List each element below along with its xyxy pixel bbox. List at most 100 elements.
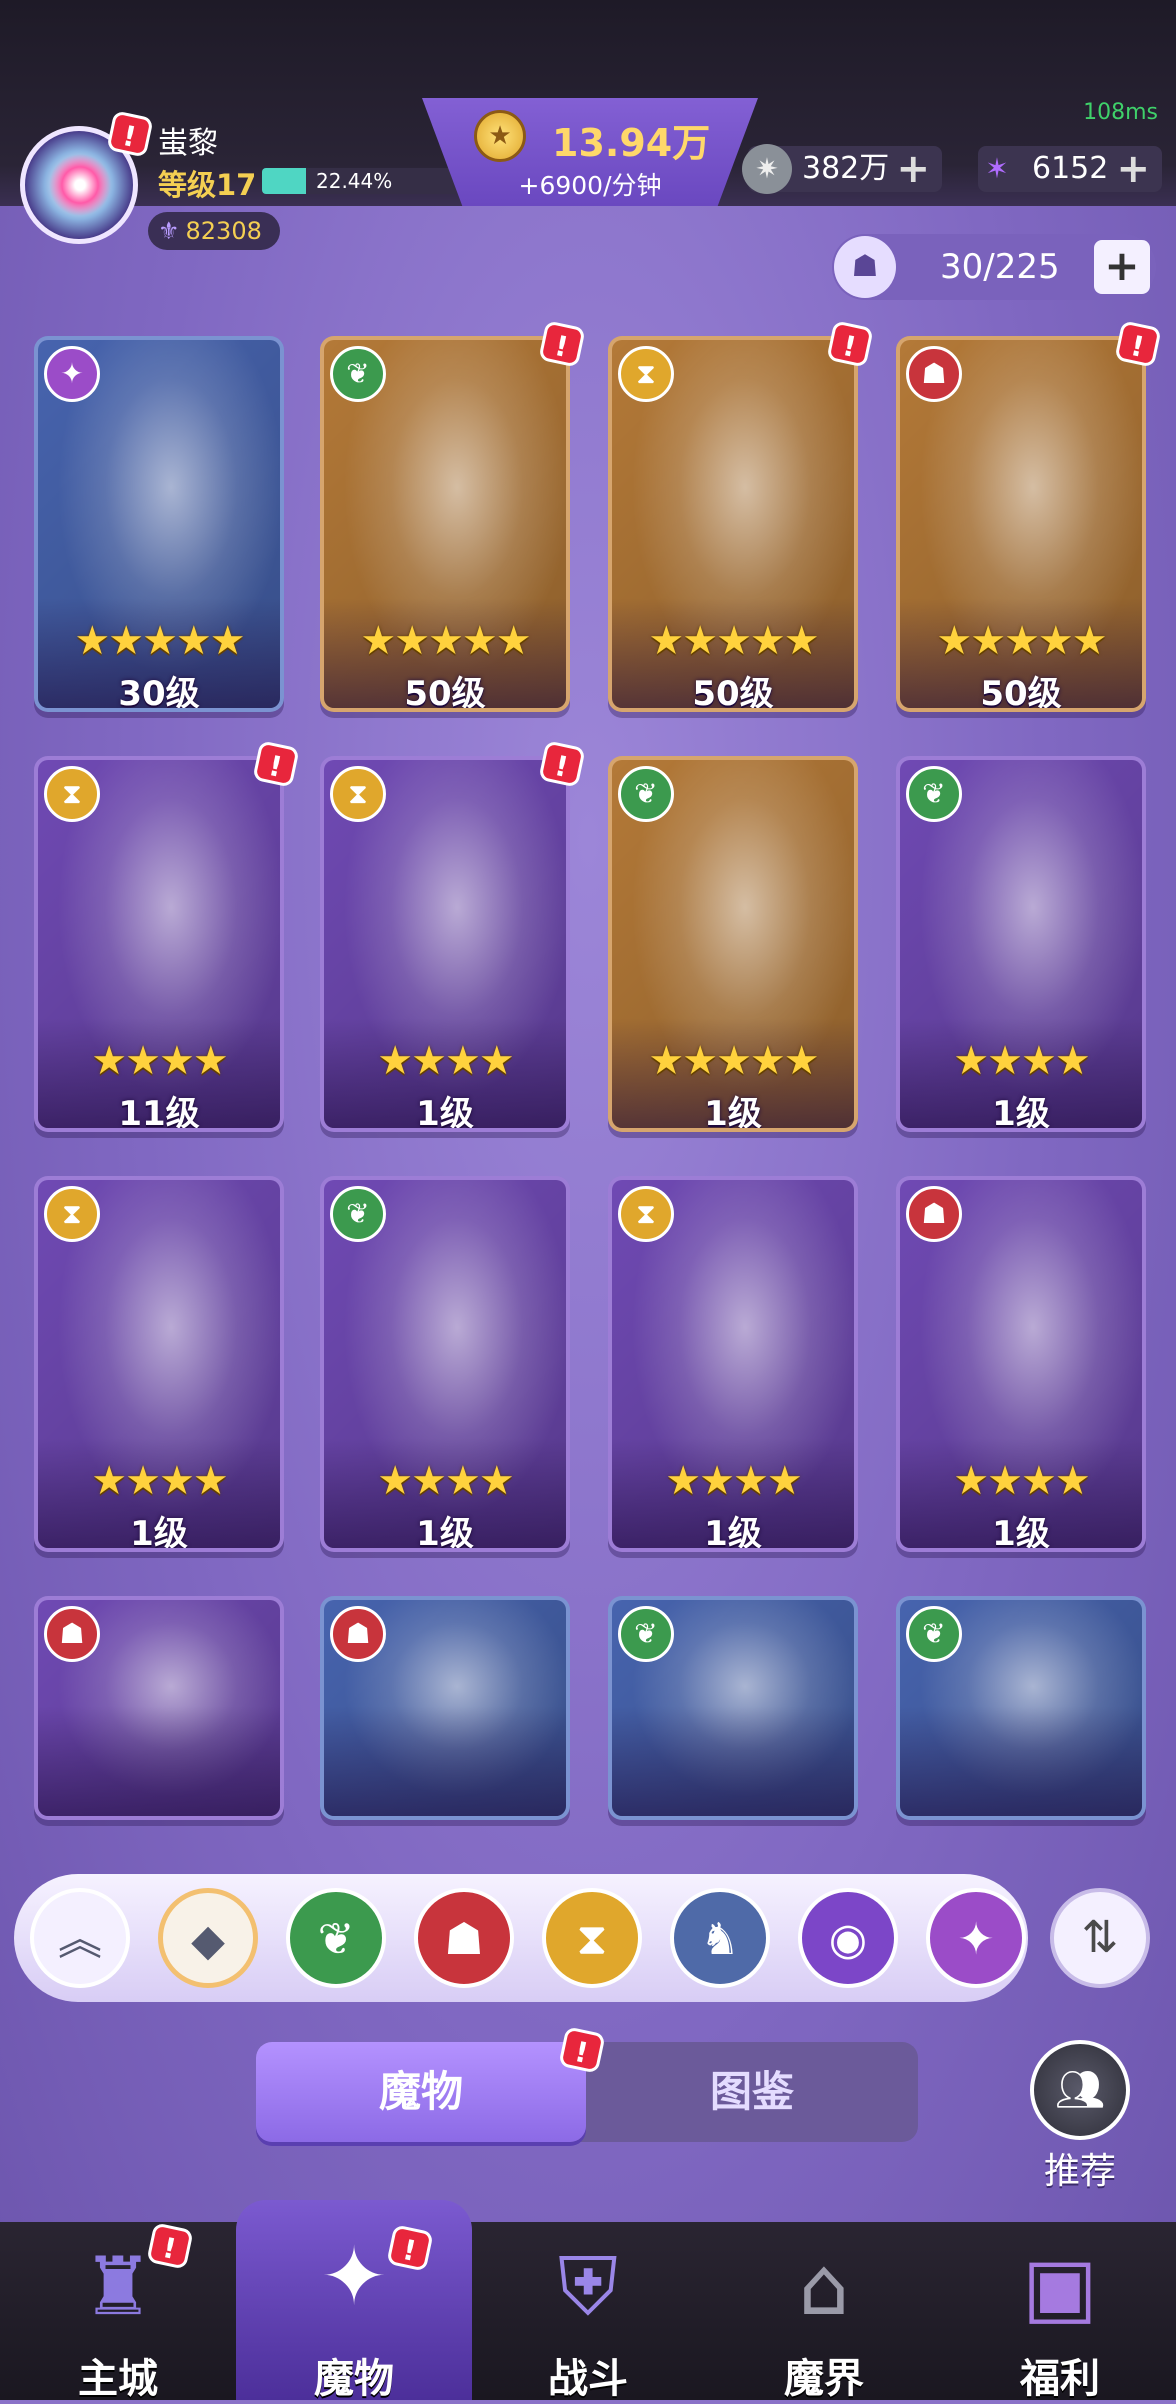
monster-level: 11级 [118,1094,200,1132]
star-rating: ★★★★★ [360,618,531,664]
shield-icon: ⛨ [558,2240,618,2333]
monster-card[interactable]: ✦ ★★★★★ 30级 [34,336,284,712]
time-icon: ⧗ [618,346,674,402]
nav-realm[interactable]: ⌂ 魔界 [706,2222,942,2402]
filter-demon-button[interactable]: ☗ [414,1888,514,1988]
gold-banner[interactable]: ★ 13.94万 +6900/分钟 [422,98,758,206]
gold-amount: 13.94万 [552,121,711,165]
monster-card[interactable]: ☗ [34,1596,284,1820]
star-rating: ★★★★ [91,1458,228,1504]
monster-level: 1级 [704,1514,762,1552]
element-filter-bar: ︽ ◆ ❦ ☗ ⧗ ♞ ◉ ✦ [14,1874,1028,2002]
star-rating: ★★★★★ [648,618,819,664]
card-shade [612,1706,854,1816]
avatar-egg-icon [45,147,115,223]
gem-value: 6152 [1032,151,1109,186]
silver-add-button[interactable]: + [896,146,930,192]
time-icon: ⧗ [576,1914,608,1965]
nav-label: 主城 [78,2356,158,2402]
player-name: 蚩黎 [158,126,218,161]
monster-level: 1级 [416,1094,474,1132]
monster-level: 1级 [416,1514,474,1552]
nature-icon: ❦ [618,766,674,822]
time-icon: ⧗ [330,766,386,822]
xp-percent: 22.44% [316,169,393,193]
gold-rate: +6900/分钟 [518,171,662,200]
time-icon: ⧗ [44,766,100,822]
tab-monsters[interactable]: 魔物 [256,2042,586,2142]
monster-card[interactable]: ⧗ ★★★★ 1级 [34,1176,284,1552]
monster-card[interactable]: ⧗ ★★★★ 1级 [608,1176,858,1552]
filter-dragon-button[interactable]: ♞ [670,1888,770,1988]
sort-button[interactable]: ⇅ [1050,1888,1150,1988]
team-icon: 👥︎ [1054,2067,1106,2113]
monster-card[interactable]: ☗ ★★★★ 1级 [896,1176,1146,1552]
player-level: 等级17 [158,168,257,202]
nature-icon: ❦ [330,1186,386,1242]
monster-card[interactable]: ❦ ★★★★ 1级 [896,756,1146,1132]
nature-icon: ❦ [906,1606,962,1662]
monster-card[interactable]: ❦ [896,1596,1146,1820]
demon-icon: ☗ [906,1186,962,1242]
nav-monsters[interactable]: ✦ 魔物 [236,2200,472,2402]
sort-icon: ⇅ [1081,1912,1119,1963]
star-rating: ★★★★ [953,1458,1090,1504]
star-rating: ★★★★ [377,1458,514,1504]
nature-icon: ❦ [618,1606,674,1662]
power-value: 82308 [185,217,262,245]
nav-battle[interactable]: ⛨ 战斗 [470,2222,706,2402]
nav-rewards[interactable]: ▣ 福利 [942,2222,1176,2402]
nature-icon: ❦ [317,1914,355,1965]
recommend-label: 推荐 [1043,2151,1116,2192]
monster-card[interactable]: ❦ ★★★★ 1级 [320,1176,570,1552]
dragon-icon: ♞ [700,1914,740,1965]
monster-card[interactable]: ❦ ★★★★★ 1级 [608,756,858,1132]
silver-coin-icon: ✷ [742,144,792,194]
mystic-icon: ✦ [44,346,100,402]
collapse-icon: ︽ [58,1914,102,1965]
filter-all-button[interactable]: ◆ [158,1888,258,1988]
card-shade [38,1706,280,1816]
filter-collapse-button[interactable]: ︽ [30,1888,130,1988]
time-icon: ⧗ [618,1186,674,1242]
gem-add-button[interactable]: + [1116,146,1150,192]
star-rating: ★★★★ [665,1458,802,1504]
monster-card[interactable]: ❦ ★★★★★ 50级 [320,336,570,712]
demon-icon: ☗ [44,1606,100,1662]
treasure-chest-icon: ▣ [1022,2240,1098,2333]
nature-icon: ❦ [906,766,962,822]
monster-level: 50级 [404,674,486,712]
gold-coin-icon: ★ [474,110,526,162]
monster-level: 50级 [692,674,774,712]
xp-bar: 22.44% [262,168,458,194]
monster-level: 30级 [118,674,200,712]
monster-card[interactable]: ☗ [320,1596,570,1820]
filter-eye-button[interactable]: ◉ [798,1888,898,1988]
recommend-button[interactable]: 👥︎ [1030,2040,1130,2140]
filter-nature-button[interactable]: ❦ [286,1888,386,1988]
gem-icon: ✶ [985,152,1009,185]
monster-card[interactable]: ❦ [608,1596,858,1820]
star-rating: ★★★★ [953,1038,1090,1084]
expand-capacity-button[interactable]: + [1094,240,1150,294]
power-badge: ⚜ 82308 [148,212,280,250]
monster-card[interactable]: ⧗ ★★★★ 1级 [320,756,570,1132]
nav-home[interactable]: ♜ 主城 [0,2222,236,2402]
monster-card[interactable]: ☗ ★★★★★ 50级 [896,336,1146,712]
monster-level: 50级 [980,674,1062,712]
star-rating: ★★★★ [91,1038,228,1084]
monster-level: 1级 [130,1514,188,1552]
nature-icon: ❦ [330,346,386,402]
filter-mystic-button[interactable]: ✦ [926,1888,1026,1988]
monster-card[interactable]: ⧗ ★★★★ 11级 [34,756,284,1132]
tab-codex[interactable]: 图鉴 [586,2042,918,2142]
monster-level: 1级 [704,1094,762,1132]
time-icon: ⧗ [44,1186,100,1242]
demon-icon: ☗ [444,1914,484,1965]
filter-time-button[interactable]: ⧗ [542,1888,642,1988]
monster-card[interactable]: ⧗ ★★★★★ 50级 [608,336,858,712]
card-shade [900,1706,1142,1816]
all-icon: ◆ [191,1915,225,1966]
monster-level: 1级 [992,1514,1050,1552]
nav-label: 魔界 [784,2356,864,2402]
